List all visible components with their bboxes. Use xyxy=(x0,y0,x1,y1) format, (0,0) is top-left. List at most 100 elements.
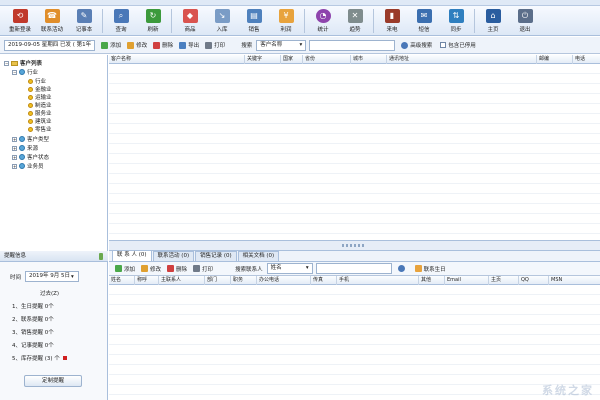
column-header[interactable]: 通讯地址 xyxy=(387,55,537,64)
contact-activity-button[interactable]: ☎ 联系活动 xyxy=(36,6,68,36)
main-toolbar: ⟲ 重新登录 ☎ 联系活动 ✎ 记事本 ⌕ 查询 ↻ 刷新 ◆ 商品 ↘ 入库 ▤ 销售 ¥ 利润… xyxy=(0,6,600,36)
goods-button[interactable]: ◆ 商品 xyxy=(174,6,206,36)
tree-item-salesperson[interactable]: + 业务员 xyxy=(12,162,44,170)
detail-tabs: 联 系 人 (0) 联系活动 (0) 销售记录 (0) 相关文档 (0) xyxy=(109,250,600,262)
contact-search-field-select[interactable]: 姓名 ▾ xyxy=(266,263,313,274)
column-header[interactable]: 姓名 xyxy=(109,276,135,285)
expand-icon[interactable]: + xyxy=(12,136,17,142)
tree-leaf[interactable]: 零售业 xyxy=(28,125,52,133)
tree-item-customer-status[interactable]: + 客户状态 xyxy=(12,153,49,161)
expand-icon[interactable]: + xyxy=(12,145,17,151)
search-icon: ⌕ xyxy=(113,9,129,23)
tree-leaf[interactable]: 金融业 xyxy=(28,85,52,93)
tree-item-industry[interactable]: − 行业 xyxy=(12,68,38,76)
relogin-button[interactable]: ⟲ 重新登录 xyxy=(4,6,36,36)
tree-leaf[interactable]: 制造业 xyxy=(28,101,52,109)
tree-leaf[interactable]: 运输业 xyxy=(28,93,52,101)
contact-search-input[interactable] xyxy=(315,263,392,274)
tree-item-customer-type[interactable]: + 客户类型 xyxy=(12,135,49,143)
pin-icon[interactable] xyxy=(99,253,103,260)
include-deleted-checkbox[interactable]: 包含已停用 xyxy=(440,41,476,49)
contacts-toolbar: 添加 修改 删除 打印 搜索联系人 姓名 ▾ 联系生日 xyxy=(109,262,600,276)
column-header[interactable]: 城市 xyxy=(351,55,387,64)
panel-splitter[interactable] xyxy=(109,241,600,251)
reminder-title: 提醒信息 xyxy=(0,251,108,262)
reminder-stock[interactable]: 5、库存提醒 (3) 个 xyxy=(12,354,67,362)
bulb-icon xyxy=(28,102,33,108)
profit-button[interactable]: ¥ 利润 xyxy=(270,6,302,36)
search-field-select[interactable]: 客户名称 ▾ xyxy=(256,39,307,51)
search-input[interactable] xyxy=(309,39,396,51)
splitter-grip[interactable] xyxy=(342,244,366,247)
sync-icon: ⇅ xyxy=(448,9,464,23)
tree-item-source[interactable]: + 来源 xyxy=(12,144,38,152)
tree-leaf[interactable]: 行业 xyxy=(28,77,46,85)
sales-button[interactable]: ▤ 销售 xyxy=(238,6,270,36)
delete-button[interactable]: 删除 xyxy=(153,41,173,49)
reminder-birthday[interactable]: 1、生日提醒 0个 xyxy=(12,302,54,310)
custom-reminder-button[interactable]: 定制提醒 xyxy=(24,375,82,387)
column-header[interactable]: 电话 xyxy=(573,55,600,64)
chevron-down-icon[interactable]: ▾ xyxy=(71,274,74,280)
column-header[interactable]: 主联系人 xyxy=(159,276,205,285)
reminder-sales[interactable]: 3、销售提醒 0个 xyxy=(12,328,54,336)
column-header[interactable]: 国家 xyxy=(281,55,303,64)
refresh-button[interactable]: ↻ 刷新 xyxy=(137,6,169,36)
tab-related-docs[interactable]: 相关文档 (0) xyxy=(237,251,280,261)
sms-button[interactable]: ✉ 短信 xyxy=(408,6,440,36)
contact-add-button[interactable]: 添加 xyxy=(115,265,135,273)
column-header[interactable]: 传真 xyxy=(311,276,337,285)
grid-body[interactable] xyxy=(109,64,600,240)
incoming-call-button[interactable]: ▮ 来电 xyxy=(376,6,408,36)
expand-icon[interactable]: + xyxy=(12,163,17,169)
edit-button[interactable]: 修改 xyxy=(127,41,147,49)
column-header[interactable]: 部门 xyxy=(205,276,231,285)
reminder-note[interactable]: 4、记事提醒 0个 xyxy=(12,341,54,349)
exit-icon: ⏻ xyxy=(517,9,533,23)
tree-leaf[interactable]: 建筑业 xyxy=(28,117,52,125)
advanced-search-button[interactable]: 高级搜索 xyxy=(401,41,432,49)
column-header[interactable]: 主页 xyxy=(489,276,519,285)
collapse-icon[interactable]: − xyxy=(4,60,9,66)
contact-edit-button[interactable]: 修改 xyxy=(141,265,161,273)
tab-contact-activity[interactable]: 联系活动 (0) xyxy=(152,251,195,261)
contact-search-button[interactable] xyxy=(397,265,407,272)
tree-root-customer-list[interactable]: − 客户列表 xyxy=(4,59,42,67)
profit-icon: ¥ xyxy=(278,9,294,23)
notepad-button[interactable]: ✎ 记事本 xyxy=(68,6,100,36)
reminder-contact[interactable]: 2、联系提醒 0个 xyxy=(12,315,54,323)
column-header[interactable]: 职务 xyxy=(231,276,257,285)
contact-delete-button[interactable]: 删除 xyxy=(167,265,187,273)
column-header[interactable]: 其他 xyxy=(419,276,445,285)
add-button[interactable]: 添加 xyxy=(101,41,121,49)
tree-leaf[interactable]: 服务业 xyxy=(28,109,52,117)
column-header[interactable]: MSN xyxy=(549,276,600,285)
export-button[interactable]: 导出 xyxy=(179,41,199,49)
expand-icon[interactable]: + xyxy=(12,154,17,160)
statistics-button[interactable]: ◔ 统计 xyxy=(307,6,339,36)
grid-body[interactable] xyxy=(109,285,600,400)
sync-button[interactable]: ⇅ 同步 xyxy=(440,6,472,36)
birthday-button[interactable]: 联系生日 xyxy=(414,265,446,273)
column-header[interactable]: 关键字 xyxy=(245,55,281,64)
reminder-panel: 提醒信息 时间 2019年 9月 5日 ▾ 过去(Z) 1、生日提醒 0个 2、… xyxy=(0,251,108,400)
column-header[interactable]: QQ xyxy=(519,276,549,285)
tab-contacts[interactable]: 联 系 人 (0) xyxy=(112,250,152,261)
column-header[interactable]: 邮编 xyxy=(537,55,573,64)
stock-in-button[interactable]: ↘ 入库 xyxy=(206,6,238,36)
column-header[interactable]: 办公电话 xyxy=(257,276,311,285)
print-button[interactable]: 打印 xyxy=(205,41,225,49)
column-header[interactable]: 手机 xyxy=(337,276,419,285)
column-header[interactable]: 省份 xyxy=(303,55,351,64)
column-header[interactable]: 称呼 xyxy=(135,276,159,285)
home-button[interactable]: ⌂ 主页 xyxy=(477,6,509,36)
contact-print-button[interactable]: 打印 xyxy=(193,265,213,273)
tab-sales-records[interactable]: 销售记录 (0) xyxy=(195,251,237,261)
column-header[interactable]: 客户名称 xyxy=(109,55,245,64)
search-button[interactable]: ⌕ 查询 xyxy=(105,6,137,36)
column-header[interactable]: Email xyxy=(445,276,489,285)
birthday-cake-icon xyxy=(414,265,422,272)
collapse-icon[interactable]: − xyxy=(12,69,17,75)
exit-button[interactable]: ⏻ 退出 xyxy=(509,6,541,36)
trend-button[interactable]: ✕ 趋势 xyxy=(339,6,371,36)
